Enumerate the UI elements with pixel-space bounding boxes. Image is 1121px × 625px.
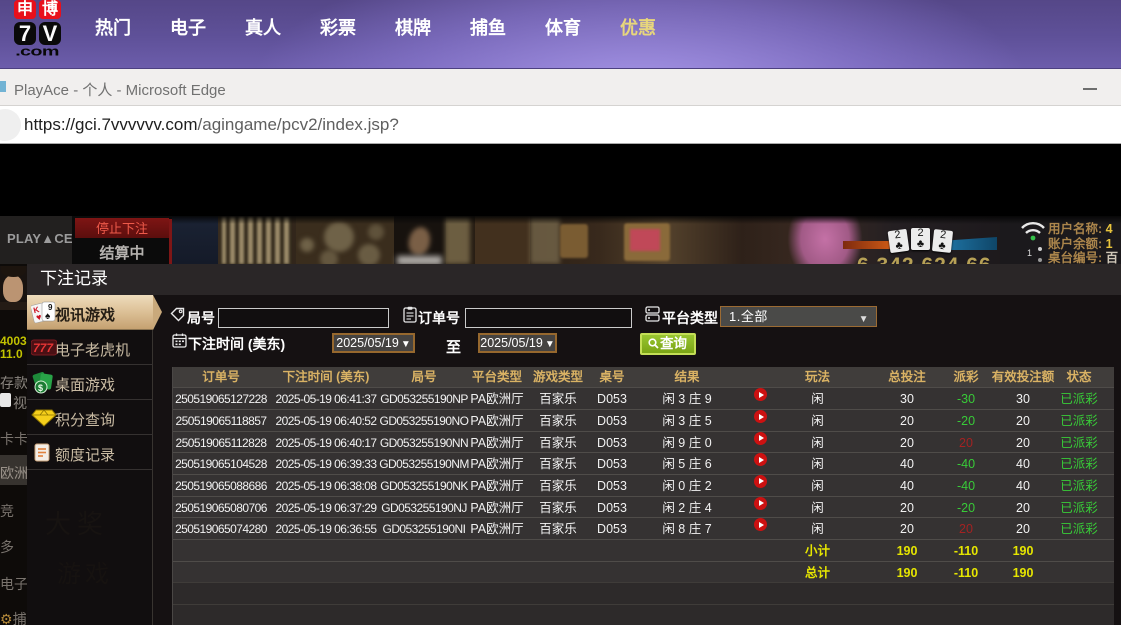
svg-text:$: $ (38, 383, 43, 393)
svg-text:♠: ♠ (45, 311, 51, 322)
svg-text:777: 777 (33, 341, 54, 355)
